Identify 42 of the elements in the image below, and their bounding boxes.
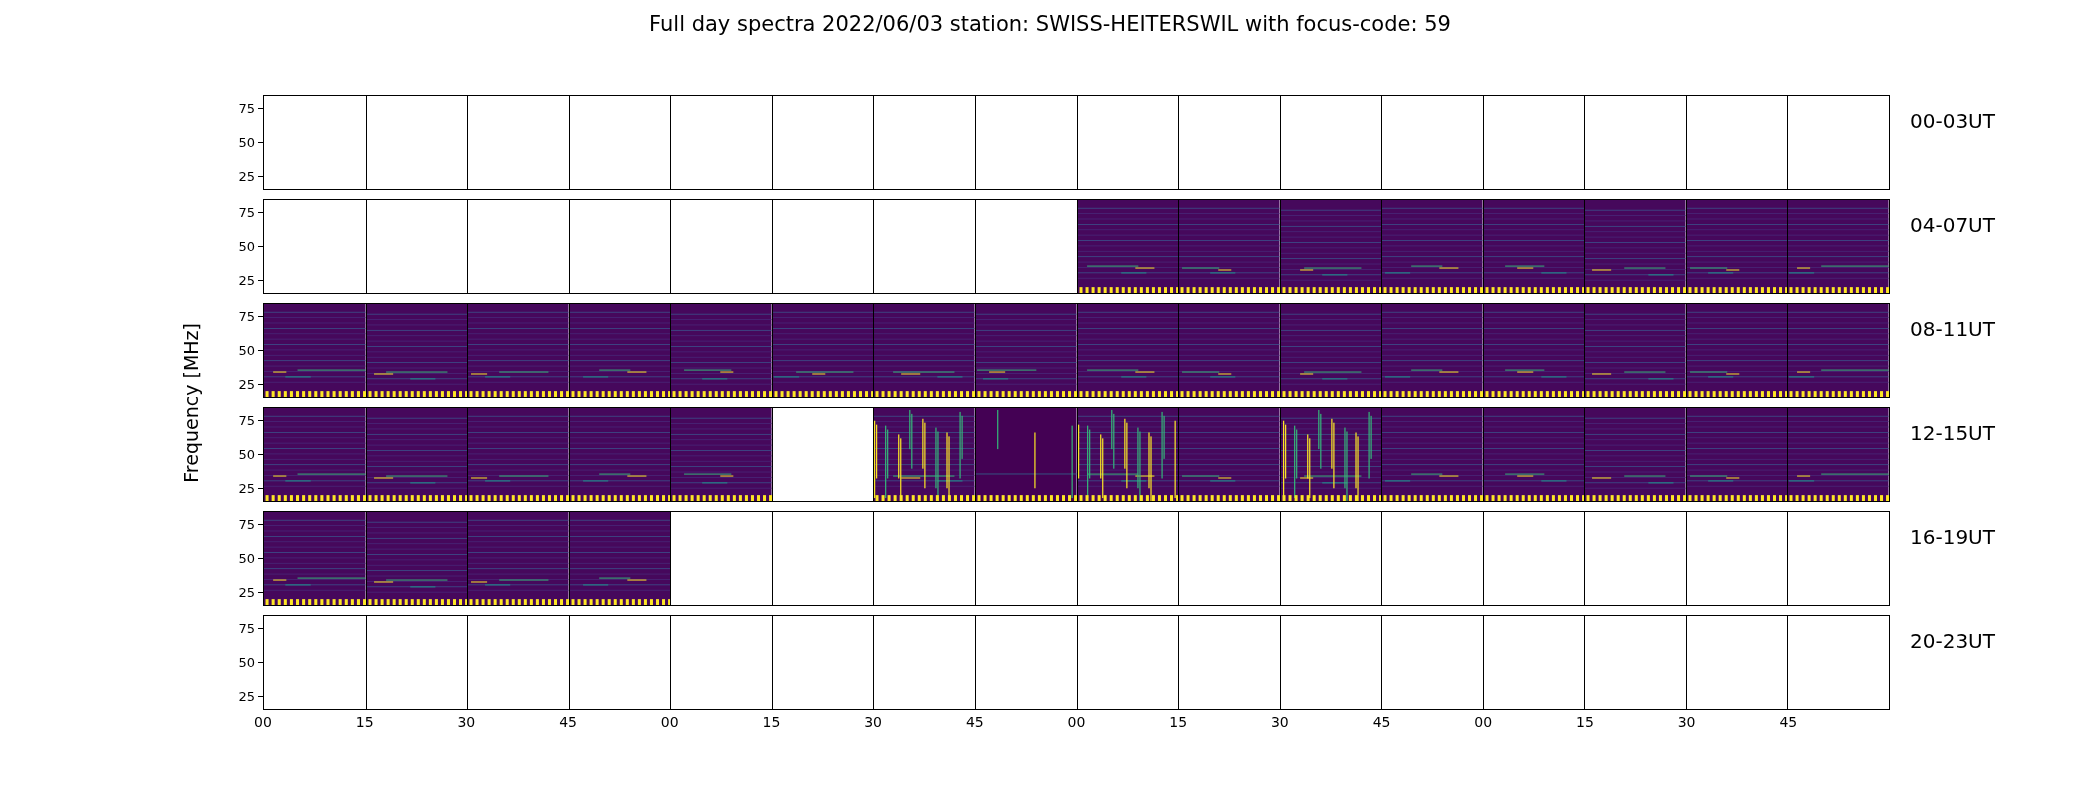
row-label: 20-23UT [1909, 628, 1995, 655]
y-tick-label: 75 [238, 412, 255, 428]
row-label: 16-19UT [1909, 524, 1995, 551]
x-tick-label: 45 [1779, 714, 1798, 730]
y-tick-label: 50 [238, 446, 255, 462]
chart-title: Full day spectra 2022/06/03 station: SWISS-HEITERSWIL with focus-code: 59 [648, 11, 1452, 38]
x-tick-label: 30 [864, 714, 883, 730]
x-tick-label: 00 [1474, 714, 1493, 730]
y-tick-label: 25 [238, 584, 255, 600]
y-tick-label: 25 [238, 480, 255, 496]
y-tick-label: 50 [238, 550, 255, 566]
x-tick-label: 00 [1067, 714, 1086, 730]
y-tick-label: 50 [238, 134, 255, 150]
y-tick-label: 50 [238, 238, 255, 254]
y-tick-label: 25 [238, 168, 255, 184]
x-tick-label: 30 [1677, 714, 1696, 730]
row-label: 12-15UT [1909, 420, 1995, 447]
x-tick-label: 15 [1576, 714, 1594, 730]
y-tick-label: 25 [238, 688, 255, 704]
x-tick-label: 15 [1169, 714, 1188, 730]
x-tick-label: 45 [559, 714, 577, 730]
x-tick-label: 15 [355, 714, 374, 730]
y-tick-label: 75 [238, 204, 255, 220]
y-tick-label: 75 [238, 308, 255, 324]
y-tick-label: 50 [238, 342, 255, 358]
x-tick-label: 30 [1270, 714, 1289, 730]
x-tick-label: 15 [762, 714, 781, 730]
x-tick-label: 30 [457, 714, 476, 730]
y-tick-label: 75 [238, 100, 255, 116]
row-label: 04-07UT [1909, 212, 1995, 239]
y-axis-label: Frequency [MHz] [180, 322, 202, 483]
y-tick-label: 25 [238, 272, 255, 288]
x-tick-label: 00 [660, 714, 679, 730]
y-tick-label: 50 [238, 654, 255, 670]
row-label: 00-03UT [1909, 108, 1995, 135]
y-tick-label: 75 [238, 620, 255, 636]
y-tick-label: 75 [238, 516, 255, 532]
x-tick-label: 45 [965, 714, 984, 730]
row-label: 08-11UT [1909, 316, 1995, 343]
x-tick-label: 45 [1372, 714, 1391, 730]
x-tick-label: 00 [254, 714, 272, 730]
y-tick-label: 25 [238, 376, 255, 392]
